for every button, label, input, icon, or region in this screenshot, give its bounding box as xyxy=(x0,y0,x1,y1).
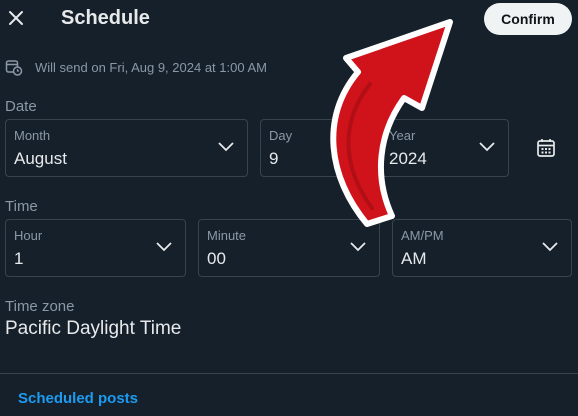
chevron-down-icon xyxy=(156,242,172,252)
month-label: Month xyxy=(14,128,51,143)
close-icon xyxy=(9,11,23,25)
ampm-label: AM/PM xyxy=(401,228,444,243)
chevron-down-icon xyxy=(542,242,558,252)
timezone-label: Time zone xyxy=(5,298,75,315)
send-info: Will send on Fri, Aug 9, 2024 at 1:00 AM xyxy=(5,58,267,76)
day-value: 9 xyxy=(269,149,279,168)
calendar-clock-icon xyxy=(5,60,23,76)
time-section-label: Time xyxy=(5,198,38,215)
minute-value: 00 xyxy=(207,249,226,268)
calendar-icon xyxy=(537,139,555,157)
annotation-arrow-icon xyxy=(330,19,453,227)
month-value: August xyxy=(14,149,67,168)
confirm-button[interactable]: Confirm xyxy=(484,3,572,35)
chevron-down-icon xyxy=(350,242,366,252)
ampm-value: AM xyxy=(401,249,427,268)
close-button[interactable] xyxy=(4,6,28,30)
month-select[interactable]: Month August xyxy=(5,119,248,177)
date-section-label: Date xyxy=(5,98,37,115)
divider xyxy=(0,373,578,374)
day-label: Day xyxy=(269,128,293,143)
chevron-down-icon xyxy=(218,142,234,152)
hour-value: 1 xyxy=(14,249,24,268)
send-info-text: Will send on Fri, Aug 9, 2024 at 1:00 AM xyxy=(35,59,267,75)
calendar-button[interactable] xyxy=(535,137,557,159)
scheduled-posts-link[interactable]: Scheduled posts xyxy=(18,390,138,407)
timezone-value: Pacific Daylight Time xyxy=(5,318,182,339)
minute-label: Minute xyxy=(207,228,247,243)
hour-select[interactable]: Hour 1 xyxy=(5,219,186,277)
hour-label: Hour xyxy=(14,228,43,243)
page-title: Schedule xyxy=(61,7,150,29)
